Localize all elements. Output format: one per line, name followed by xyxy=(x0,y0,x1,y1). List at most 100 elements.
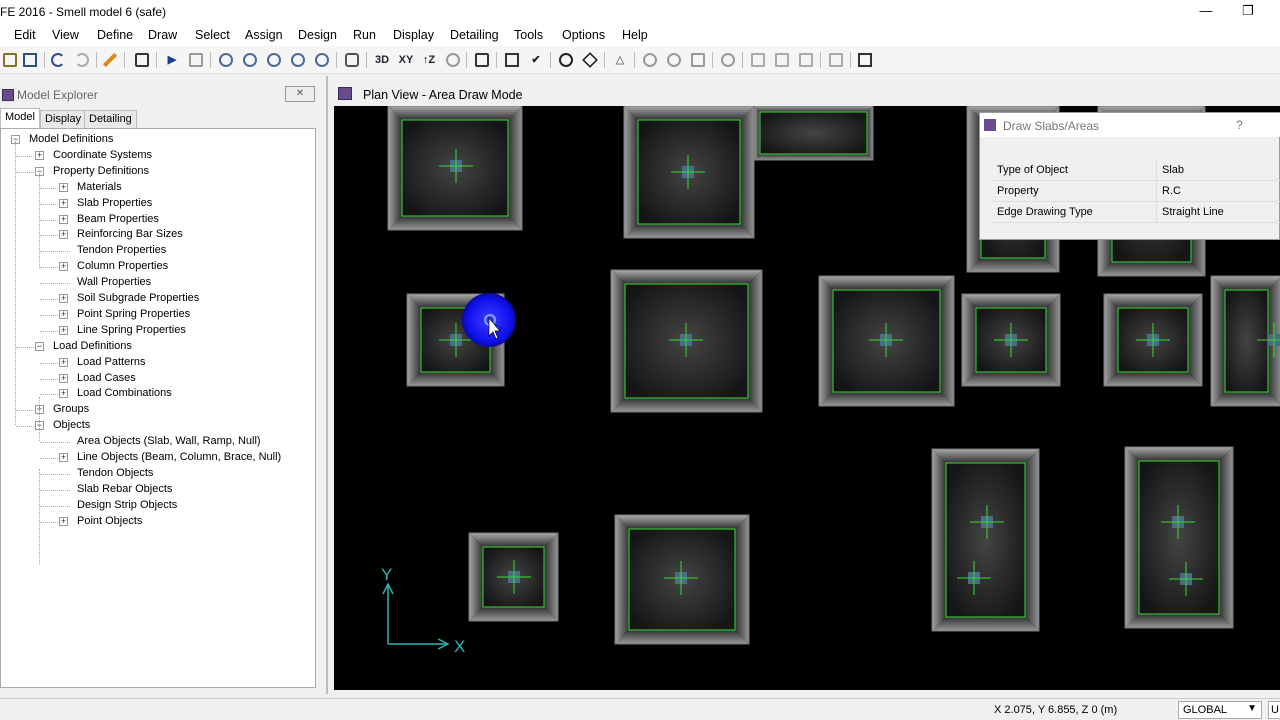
menu-define[interactable]: Define xyxy=(97,28,133,42)
model-explorer-title: Model Explorer xyxy=(17,88,98,102)
3d-view-label: 3D xyxy=(374,54,390,66)
zoom-window-icon[interactable] xyxy=(216,50,236,70)
pointer-icon[interactable] xyxy=(580,50,600,70)
expand-icon[interactable]: + xyxy=(59,230,68,240)
expand-icon[interactable]: + xyxy=(59,262,68,272)
run-disabled-icon[interactable] xyxy=(186,50,206,70)
tab-display[interactable]: Display xyxy=(40,110,87,128)
bowl-icon[interactable] xyxy=(664,50,684,70)
pan-icon[interactable] xyxy=(342,50,362,70)
restore-button[interactable]: ❐ xyxy=(1237,2,1259,20)
y-axis-label: Y xyxy=(381,565,392,584)
expand-icon[interactable]: + xyxy=(59,325,68,335)
tree-connector xyxy=(40,473,70,475)
check-icon[interactable]: ✔ xyxy=(526,50,546,70)
expand-icon[interactable]: + xyxy=(59,198,68,208)
menu-bar: Edit View Define Draw Select Assign Desi… xyxy=(0,24,1280,46)
footing-bevel xyxy=(754,154,873,160)
model-explorer-close-button[interactable]: ✕ xyxy=(285,86,315,102)
save-icon[interactable] xyxy=(20,50,40,70)
table-icon[interactable] xyxy=(855,50,875,70)
property-field[interactable]: R.C xyxy=(1162,185,1181,197)
edge-drawing-type-field[interactable]: Straight Line xyxy=(1162,206,1224,218)
tray-icon[interactable] xyxy=(718,50,738,70)
zoom-in-icon[interactable] xyxy=(288,50,308,70)
redo-icon[interactable] xyxy=(72,50,92,70)
menu-run[interactable]: Run xyxy=(353,28,376,42)
expand-icon[interactable]: + xyxy=(59,357,68,367)
menu-assign[interactable]: Assign xyxy=(245,28,283,42)
minimize-button[interactable]: — xyxy=(1195,2,1217,20)
footing-object[interactable] xyxy=(1124,446,1234,629)
bar-icon[interactable] xyxy=(748,50,768,70)
undo-icon[interactable] xyxy=(48,50,68,70)
grid-icon[interactable] xyxy=(826,50,846,70)
menu-view[interactable]: View xyxy=(52,28,79,42)
pencil-icon[interactable] xyxy=(100,50,120,70)
type-of-object-field[interactable]: Slab xyxy=(1162,164,1184,176)
property-key: Edge Drawing Type xyxy=(997,206,1093,218)
xy-view-icon[interactable]: XY xyxy=(395,50,417,70)
zoom-previous-icon[interactable] xyxy=(264,50,284,70)
zoom-out-icon[interactable] xyxy=(312,50,332,70)
toolbar-separator xyxy=(336,52,337,68)
footing-bevel xyxy=(735,515,749,644)
tree-node-label: Column Properties xyxy=(77,260,169,273)
menu-detailing[interactable]: Detailing xyxy=(450,28,499,42)
tree-node-label: Coordinate Systems xyxy=(53,148,153,161)
shelf-icon[interactable] xyxy=(688,50,708,70)
footing-bevel xyxy=(1219,447,1233,628)
menu-select[interactable]: Select xyxy=(195,28,230,42)
expand-icon[interactable]: + xyxy=(59,182,68,192)
coordinate-system-dropdown[interactable]: GLOBAL ▼ xyxy=(1178,701,1262,719)
collapse-icon[interactable]: − xyxy=(35,341,44,351)
footing-bevel xyxy=(967,258,1059,272)
expand-icon[interactable]: + xyxy=(59,309,68,319)
expand-icon[interactable]: + xyxy=(59,294,68,303)
footing-bevel xyxy=(407,372,504,386)
toolbar-separator xyxy=(604,52,605,68)
menu-options[interactable]: Options xyxy=(562,28,605,42)
menu-draw[interactable]: Draw xyxy=(148,28,177,42)
toolbar-separator xyxy=(96,52,97,68)
expand-icon[interactable]: + xyxy=(59,214,68,224)
footing-object[interactable] xyxy=(931,448,1040,632)
model-explorer-panel: Model Explorer ✕ Model Display Detailing… xyxy=(0,82,322,690)
stack-icon[interactable] xyxy=(772,50,792,70)
zoom-restore-icon[interactable] xyxy=(240,50,260,70)
footing-bevel xyxy=(1211,276,1225,406)
expand-icon[interactable]: + xyxy=(59,516,68,526)
help-button[interactable]: ? xyxy=(1236,118,1243,132)
expand-icon[interactable]: + xyxy=(59,389,68,399)
frame-icon[interactable] xyxy=(796,50,816,70)
3d-view-icon[interactable]: 3D xyxy=(370,50,394,70)
menu-design[interactable]: Design xyxy=(298,28,337,42)
binoculars-icon[interactable] xyxy=(472,50,492,70)
tree-connector xyxy=(40,203,58,205)
tab-model[interactable]: Model xyxy=(0,108,40,128)
expand-icon[interactable]: + xyxy=(59,453,68,462)
units-dropdown[interactable]: U xyxy=(1268,701,1280,719)
lock-icon[interactable] xyxy=(132,50,152,70)
tree-node-label: Model Definitions xyxy=(29,133,114,145)
expand-icon[interactable]: + xyxy=(35,150,44,160)
triangle-icon[interactable]: △ xyxy=(610,50,630,70)
run-icon[interactable]: ▶ xyxy=(162,50,182,70)
z-view-icon[interactable]: ↑Z xyxy=(418,50,440,70)
circle-icon[interactable] xyxy=(556,50,576,70)
footing-bevel xyxy=(1104,372,1202,386)
menu-display[interactable]: Display xyxy=(393,28,434,42)
model-tree[interactable]: − Model Definitions + Coordinate Systems − Pr… xyxy=(0,128,316,688)
select-grid-icon[interactable] xyxy=(502,50,522,70)
menu-tools[interactable]: Tools xyxy=(514,28,543,42)
tab-detailing[interactable]: Detailing xyxy=(84,110,137,128)
menu-help[interactable]: Help xyxy=(622,28,648,42)
coordinate-system-value: GLOBAL xyxy=(1183,704,1228,716)
new-icon[interactable] xyxy=(0,50,20,70)
pin-icon[interactable] xyxy=(640,50,660,70)
footing-bevel xyxy=(611,270,625,412)
footing-object[interactable] xyxy=(753,106,874,161)
rotate-icon[interactable] xyxy=(443,50,463,70)
expand-icon[interactable]: + xyxy=(59,373,68,383)
menu-edit[interactable]: Edit xyxy=(14,28,36,42)
